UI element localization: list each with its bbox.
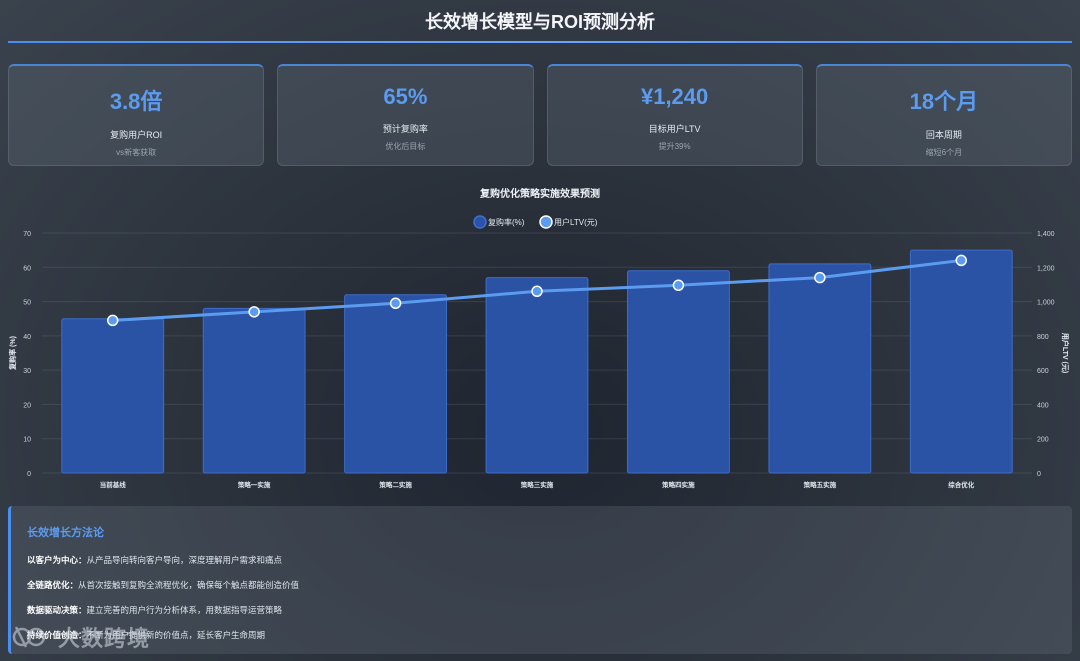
line-point — [248, 306, 260, 318]
kpi-card-repurchase-rate: 65% 预计复购率 优化后目标 — [277, 64, 534, 166]
methodology-title: 长效增长方法论 — [27, 527, 104, 539]
methodology-item-key: 数据驱动决策： — [27, 605, 87, 615]
y-tick-label: 20 — [23, 402, 31, 409]
bar — [909, 249, 1013, 474]
line-point — [672, 279, 685, 292]
kpi-card-payback: 18个月 回本周期 缩短6个月 — [815, 64, 1072, 166]
line-point — [106, 314, 119, 327]
y2-tick-label: 0 — [1037, 471, 1041, 478]
kpi-card-roi: 3.8倍 复购用户ROI vs新客获取 — [8, 64, 265, 166]
kpi-card-ltv: ¥1,240 目标用户LTV 提升39% — [546, 64, 803, 166]
y2-tick-label: 800 — [1037, 334, 1049, 341]
kpi-row: 3.8倍 复购用户ROI vs新客获取 65% 预计复购率 优化后目标 ¥1,2… — [8, 64, 1072, 166]
legend-swatch-line — [539, 215, 553, 229]
bar — [61, 318, 165, 474]
bar — [202, 307, 306, 474]
y-tick-label: 40 — [23, 334, 31, 341]
page-title: 长效增长模型与ROI预测分析 — [425, 12, 655, 32]
methodology-item: 全链路优化：从首次接触到复购全流程优化，确保每个触点都能创造价值 — [27, 579, 1072, 591]
title-divider — [8, 41, 1072, 43]
line-point — [814, 271, 826, 284]
kpi-value: 65% — [383, 84, 428, 109]
y-tick-label: 50 — [23, 300, 31, 307]
line-point — [531, 285, 543, 298]
y2-tick-label: 1,400 — [1037, 231, 1055, 238]
methodology-item: 持续价值创造：不断为用户提供新的价值点，延长客户生命周期 — [27, 629, 1072, 641]
y-tick-label: 10 — [23, 437, 31, 444]
x-tick-label: 策略二实施 — [378, 480, 412, 489]
kpi-value: ¥1,240 — [640, 84, 709, 109]
x-tick-label: 策略五实施 — [803, 480, 837, 489]
kpi-label: 预计复购率 — [382, 124, 428, 134]
line-point — [389, 297, 402, 310]
kpi-label: 复购用户ROI — [110, 130, 163, 140]
x-tick-label: 策略四实施 — [661, 480, 695, 489]
bar — [627, 270, 730, 474]
methodology-item-key: 全链路优化： — [27, 580, 79, 590]
y2-tick-label: 400 — [1037, 402, 1049, 409]
y2-tick-label: 1,000 — [1037, 300, 1055, 307]
y2-tick-label: 600 — [1037, 368, 1049, 375]
x-tick-label: 当前基线 — [100, 480, 127, 489]
y2-tick-label: 1,200 — [1037, 265, 1055, 272]
methodology-item: 以客户为中心：从产品导向转向客户导向，深度理解用户需求和痛点 — [27, 554, 1072, 566]
x-tick-label: 综合优化 — [948, 480, 975, 489]
y-tick-label: 30 — [23, 368, 31, 375]
kpi-value: 18个月 — [909, 89, 979, 114]
kpi-subtext: 优化后目标 — [385, 142, 426, 151]
y-tick-label: 0 — [27, 471, 31, 478]
watermark-text: 大数跨境 — [58, 626, 151, 651]
x-tick-label: 策略三实施 — [520, 480, 554, 489]
line-point — [955, 254, 968, 267]
bar — [768, 263, 872, 474]
legend-label: 复购率(%) — [488, 217, 525, 227]
y2-tick-label: 200 — [1037, 437, 1049, 444]
watermark-logo-icon — [12, 626, 46, 648]
methodology-item-key: 以客户为中心： — [27, 555, 87, 565]
y-tick-label: 70 — [23, 231, 31, 238]
y-tick-label: 60 — [23, 265, 31, 272]
legend-swatch-bar — [473, 215, 487, 229]
kpi-subtext: 提升39% — [658, 142, 691, 151]
methodology-item-text: 建立完善的用户行为分析体系，用数据指导运营策略 — [86, 605, 283, 615]
bar — [344, 294, 447, 474]
kpi-label: 回本周期 — [925, 130, 962, 140]
watermark: 大数跨境 — [12, 619, 150, 655]
methodology-item-text: 从首次接触到复购全流程优化，确保每个触点都能创造价值 — [78, 580, 300, 590]
kpi-label: 目标用户LTV — [648, 124, 701, 134]
kpi-subtext: 缩短6个月 — [925, 148, 963, 157]
y2-axis-label: 用户LTV (元) — [1061, 333, 1070, 373]
kpi-value: 3.8倍 — [109, 89, 163, 114]
chart-title: 复购优化策略实施效果预测 — [479, 187, 600, 200]
bar — [485, 277, 589, 474]
chart: 复购优化策略实施效果预测 0 10 20 30 40 50 60 70 0 200 400 600 800… — [8, 187, 1070, 489]
legend-label: 用户LTV(元) — [554, 217, 598, 227]
y-axis-label: 复购率 (%) — [8, 336, 17, 371]
methodology-item-text: 从产品导向转向客户导向，深度理解用户需求和痛点 — [86, 555, 283, 565]
methodology-panel: 长效增长方法论 以客户为中心：从产品导向转向客户导向，深度理解用户需求和痛点 全… — [8, 506, 1072, 654]
x-tick-label: 策略一实施 — [237, 480, 271, 489]
methodology-item: 数据驱动决策：建立完善的用户行为分析体系，用数据指导运营策略 — [27, 604, 1072, 616]
kpi-subtext: vs新客获取 — [116, 148, 157, 157]
